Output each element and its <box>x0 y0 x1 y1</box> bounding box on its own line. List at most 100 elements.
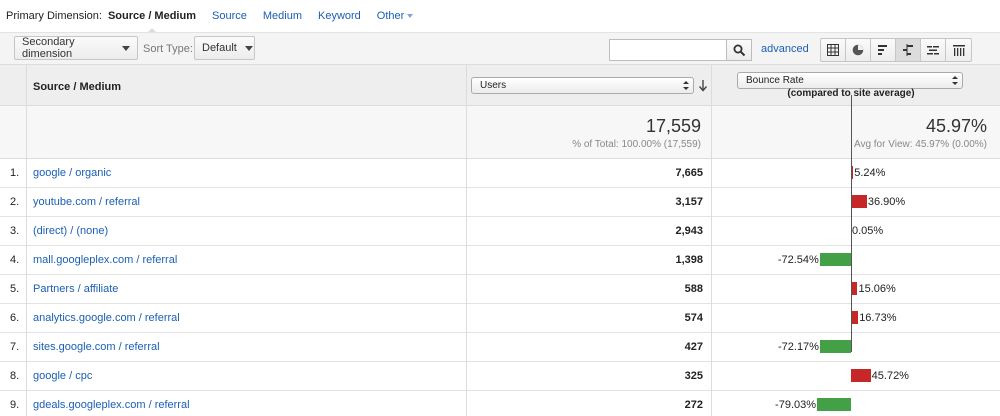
row-users-value: 272 <box>684 399 703 411</box>
column-divider <box>466 159 467 188</box>
secondary-dimension-label: Secondary dimension <box>22 36 75 60</box>
column-divider <box>466 275 467 304</box>
pivot-view-icon <box>952 45 965 56</box>
users-metric-select[interactable]: Users <box>471 77 694 94</box>
select-arrows-icon <box>683 81 689 90</box>
column-divider <box>711 362 712 391</box>
bounce-rate-metric-select[interactable]: Bounce Rate <box>737 72 963 89</box>
column-divider <box>711 246 712 275</box>
table-search-input[interactable] <box>609 39 727 61</box>
column-divider <box>711 304 712 333</box>
term-cloud-view-button[interactable] <box>921 39 946 61</box>
dimension-source-link[interactable]: Source <box>212 10 247 22</box>
column-divider <box>711 65 712 107</box>
column-divider <box>466 217 467 246</box>
term-cloud-view-icon <box>927 46 939 55</box>
table-row: 3. (direct) / (none) 2,943 0.05% <box>0 217 1000 246</box>
search-icon <box>733 44 745 56</box>
bounce-rate-delta-label: 15.06% <box>858 283 896 295</box>
column-divider <box>711 391 712 416</box>
dimension-other-label: Other <box>376 10 405 22</box>
row-source-medium-link[interactable]: mall.googleplex.com / referral <box>33 254 177 266</box>
row-source-medium-link[interactable]: Partners / affiliate <box>33 283 118 295</box>
column-divider <box>26 188 27 217</box>
table-view-icon <box>827 44 839 56</box>
row-number: 3. <box>10 225 20 237</box>
pivot-view-button[interactable] <box>946 39 971 61</box>
table-row: 4. mall.googleplex.com / referral 1,398 -72… <box>0 246 1000 275</box>
row-users-value: 325 <box>684 370 703 382</box>
row-source-medium-link[interactable]: gdeals.googleplex.com / referral <box>33 399 190 411</box>
bounce-rate-delta-label: -72.17% <box>777 341 819 353</box>
bounce-rate-delta-bar <box>819 253 851 266</box>
column-divider <box>711 188 712 217</box>
chevron-down-icon <box>122 45 130 51</box>
row-source-medium-link[interactable]: google / cpc <box>33 370 92 382</box>
row-source-medium-link[interactable]: google / organic <box>33 167 111 179</box>
comparison-view-button[interactable] <box>896 39 921 61</box>
column-divider <box>26 391 27 416</box>
row-number: 1. <box>10 167 20 179</box>
column-divider <box>26 275 27 304</box>
source-medium-column-header[interactable]: Source / Medium <box>26 81 466 93</box>
table-row: 1. google / organic 7,665 5.24% <box>0 159 1000 188</box>
pie-view-button[interactable] <box>846 39 871 61</box>
comparison-baseline <box>851 95 852 352</box>
column-divider <box>466 362 467 391</box>
performance-view-icon <box>878 45 887 55</box>
dimension-keyword-link[interactable]: Keyword <box>318 10 361 22</box>
row-source-medium-link[interactable]: youtube.com / referral <box>33 196 140 208</box>
row-number: 9. <box>10 399 20 411</box>
row-source-medium-link[interactable]: analytics.google.com / referral <box>33 312 180 324</box>
dimension-medium-link[interactable]: Medium <box>263 10 302 22</box>
table-view-button[interactable] <box>821 39 846 61</box>
column-divider <box>466 246 467 275</box>
table-toolbar: Secondary dimension Sort Type: Default a… <box>0 32 1000 64</box>
row-users-value: 588 <box>684 283 703 295</box>
column-divider <box>26 246 27 275</box>
row-number: 6. <box>10 312 20 324</box>
users-metric-label: Users <box>480 80 507 91</box>
bounce-rate-delta-label: 16.73% <box>859 312 897 324</box>
bounce-rate-delta-label: 5.24% <box>854 167 886 179</box>
row-users-value: 1,398 <box>675 254 703 266</box>
primary-dimension-bar: Primary Dimension: Source / Medium Sourc… <box>0 0 1000 33</box>
row-users-value: 574 <box>684 312 703 324</box>
row-source-medium-link[interactable]: sites.google.com / referral <box>33 341 160 353</box>
advanced-filter-link[interactable]: advanced <box>761 43 809 55</box>
column-divider <box>711 159 712 188</box>
sort-type-dropdown[interactable]: Default <box>194 36 255 60</box>
bounce-rate-delta-bar <box>817 398 851 411</box>
column-divider <box>466 188 467 217</box>
performance-view-button[interactable] <box>871 39 896 61</box>
table-row: 9. gdeals.googleplex.com / referral 272 -79… <box>0 391 1000 416</box>
bounce-rate-view-average: Avg for View: 45.97% (0.00%) <box>853 139 987 150</box>
bounce-rate-delta-bar <box>851 195 867 208</box>
chevron-down-icon <box>407 14 414 18</box>
table-row: 2. youtube.com / referral 3,157 36.90% <box>0 188 1000 217</box>
bounce-rate-delta-label: -79.03% <box>775 399 817 411</box>
totals-row: 17,559 % of Total: 100.00% (17,559) 45.9… <box>0 106 1000 159</box>
column-divider <box>26 362 27 391</box>
bounce-rate-delta-label: 36.90% <box>867 196 906 208</box>
users-total-percent: % of Total: 100.00% (17,559) <box>572 139 701 150</box>
dimension-other-dropdown[interactable]: Other <box>377 10 414 22</box>
sort-descending-icon[interactable] <box>698 80 708 92</box>
bounce-rate-delta-bar <box>851 311 859 324</box>
row-number: 4. <box>10 254 20 266</box>
sort-type-label: Sort Type: <box>143 43 193 55</box>
bounce-rate-delta-label: -72.54% <box>777 254 819 266</box>
search-button[interactable] <box>727 39 752 61</box>
column-divider <box>26 217 27 246</box>
table-header: Source / Medium Users Bounce Rate (compa… <box>0 64 1000 107</box>
table-row: 5. Partners / affiliate 588 15.06% <box>0 275 1000 304</box>
bounce-rate-delta-label: 0.05% <box>852 225 884 237</box>
sort-type-value: Default <box>202 42 237 54</box>
table-row: 6. analytics.google.com / referral 574 16.7… <box>0 304 1000 333</box>
column-divider <box>466 391 467 416</box>
secondary-dimension-dropdown[interactable]: Secondary dimension <box>14 36 138 60</box>
row-source-medium-link[interactable]: (direct) / (none) <box>33 225 108 237</box>
column-divider <box>711 333 712 362</box>
table-row: 8. google / cpc 325 45.72% <box>0 362 1000 391</box>
column-divider <box>26 159 27 188</box>
